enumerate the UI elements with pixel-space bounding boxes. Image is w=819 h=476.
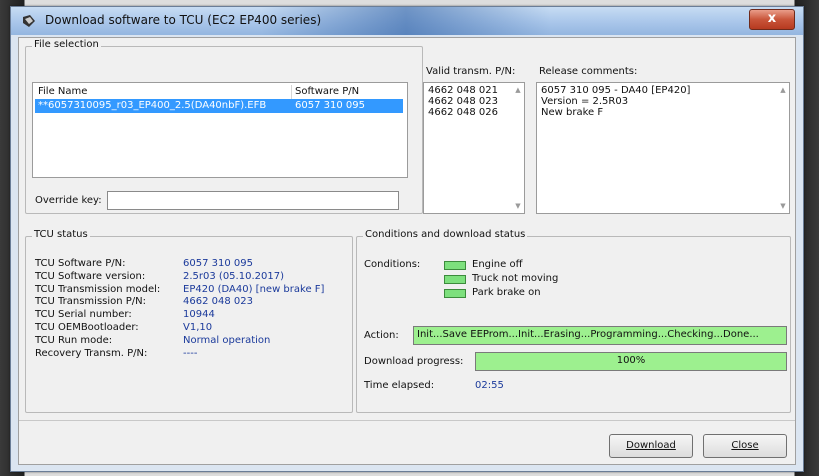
desktop-background: Download software to TCU (EC2 EP400 seri… (0, 0, 819, 476)
column-header-software-pn[interactable]: Software P/N (292, 85, 402, 99)
tcu-status-values: 6057 310 095 2.5r03 (05.10.2017) EP420 (… (183, 258, 324, 360)
release-line-1: 6057 310 095 - DA40 [EP420] (541, 85, 691, 96)
valid-pn-item-2: 4662 048 023 (428, 96, 498, 107)
close-button[interactable]: Close (703, 434, 787, 458)
conditions-label: Conditions: (364, 259, 421, 270)
tcu-status-label: Recovery Transm. P/N: (35, 347, 148, 359)
download-button[interactable]: Download (609, 434, 693, 458)
dialog-window: Download software to TCU (EC2 EP400 seri… (10, 6, 804, 472)
override-key-input[interactable] (107, 191, 399, 210)
column-header-file-name[interactable]: File Name (35, 85, 292, 99)
scroll-down-icon[interactable]: ▼ (514, 203, 522, 210)
tcu-oem-bootloader-value: V1,10 (183, 321, 213, 333)
valid-pn-item-1: 4662 048 021 (428, 85, 498, 96)
file-list[interactable]: File Name Software P/N **6057310095_r03_… (32, 82, 408, 178)
tcu-transmission-model-value: EP420 (DA40) [new brake F] (183, 283, 325, 295)
park-brake-label: Park brake on (472, 287, 541, 298)
dialog-client-area: File selection File Name Software P/N **… (18, 37, 796, 465)
truck-not-moving-label: Truck not moving (472, 273, 559, 284)
valid-transm-pn-label: Valid transm. P/N: (426, 66, 516, 77)
scroll-up-icon[interactable]: ▲ (779, 87, 787, 94)
tcu-software-pn-value: 6057 310 095 (183, 258, 253, 269)
time-elapsed-label: Time elapsed: (364, 380, 435, 391)
engine-off-label: Engine off (472, 259, 523, 270)
tcu-transmission-pn-value: 4662 048 023 (183, 296, 253, 308)
file-name-cell: **6057310095_r03_EP400_2.5(DA40nbF).EFB (38, 100, 267, 111)
tcu-status-label: TCU Software P/N: (35, 258, 126, 269)
software-pn-cell: 6057 310 095 (295, 100, 365, 111)
download-progress-label: Download progress: (364, 356, 464, 367)
tcu-software-version-value: 2.5r03 (05.10.2017) (183, 270, 284, 282)
tcu-status-label: TCU Run mode: (35, 334, 113, 346)
conditions-legend: Conditions and download status (363, 229, 528, 240)
recovery-transm-pn-value: ---- (183, 347, 198, 359)
close-button-label: Close (731, 440, 759, 451)
app-icon (23, 15, 35, 27)
tcu-status-label: TCU Transmission P/N: (35, 296, 147, 308)
button-bar-divider (19, 420, 795, 421)
close-window-button[interactable]: x (749, 9, 795, 30)
window-title: Download software to TCU (EC2 EP400 seri… (45, 13, 322, 27)
download-button-label: Download (626, 440, 676, 451)
tcu-status-label: TCU OEMBootloader: (35, 321, 139, 333)
scroll-up-icon[interactable]: ▲ (514, 87, 522, 94)
release-line-2: Version = 2.5R03 (541, 96, 629, 107)
file-selection-legend: File selection (32, 39, 101, 50)
tcu-status-label: TCU Software version: (35, 270, 146, 282)
tcu-run-mode-value: Normal operation (183, 334, 271, 346)
tcu-serial-number-value: 10944 (183, 309, 215, 321)
tcu-status-legend: TCU status (32, 229, 90, 240)
time-elapsed-value: 02:55 (475, 380, 504, 391)
override-key-label: Override key: (35, 195, 102, 206)
release-comments-box[interactable]: 6057 310 095 - DA40 [EP420] Version = 2.… (536, 82, 790, 214)
release-comments-label: Release comments: (539, 66, 638, 77)
action-status-field: Init...Save EEProm...Init...Erasing...Pr… (413, 326, 787, 345)
valid-pn-item-3: 4662 048 026 (428, 107, 498, 118)
truck-not-moving-indicator (444, 275, 466, 284)
file-list-row[interactable]: **6057310095_r03_EP400_2.5(DA40nbF).EFB … (35, 99, 403, 113)
title-bar[interactable]: Download software to TCU (EC2 EP400 seri… (11, 7, 803, 35)
release-line-3: New brake F (541, 107, 604, 118)
park-brake-indicator (444, 289, 466, 298)
tcu-status-label: TCU Serial number: (35, 309, 132, 321)
action-label: Action: (364, 330, 399, 341)
engine-off-indicator (444, 261, 466, 270)
close-icon: x (767, 11, 777, 26)
valid-transm-pn-list[interactable]: 4662 048 021 4662 048 023 4662 048 026 ▲… (423, 82, 525, 214)
tcu-status-label: TCU Transmission model: (35, 283, 161, 295)
download-progress-bar: 100% (475, 352, 787, 371)
download-progress-text: 100% (616, 355, 646, 366)
action-status-text: Init...Save EEProm...Init...Erasing...Pr… (417, 329, 759, 340)
tcu-status-labels: TCU Software P/N: TCU Software version: … (35, 258, 160, 360)
scroll-down-icon[interactable]: ▼ (779, 203, 787, 210)
